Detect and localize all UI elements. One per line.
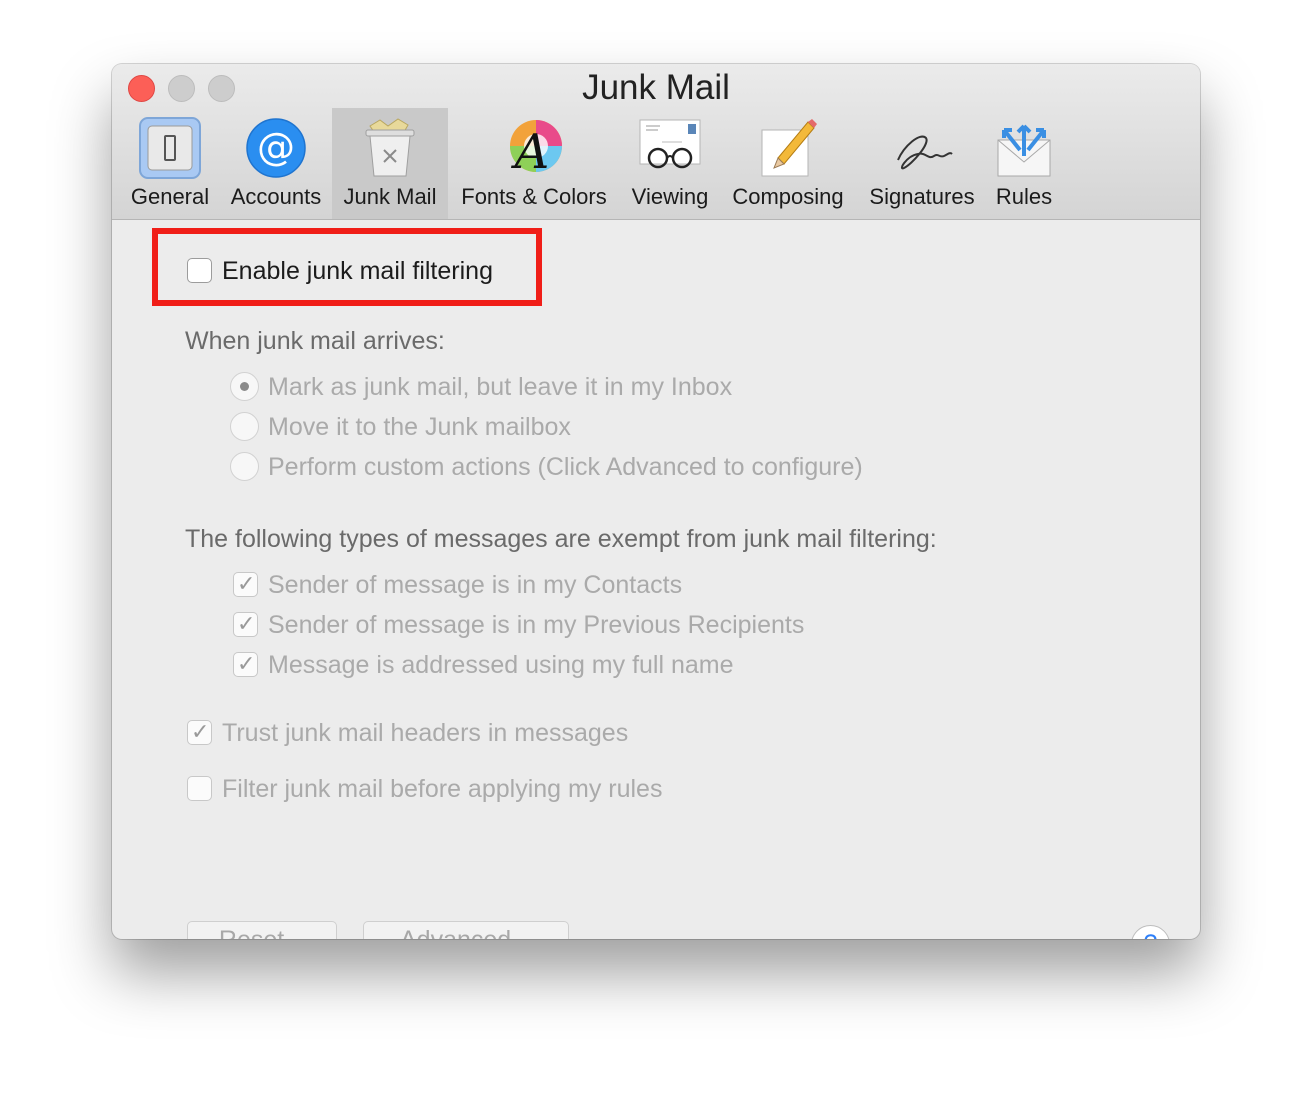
- pencil-paper-icon: [761, 119, 817, 177]
- tab-viewing[interactable]: Viewing: [622, 108, 718, 219]
- radio-label: Perform custom actions (Click Advanced t…: [268, 453, 863, 481]
- trust-headers-label: Trust junk mail headers in messages: [222, 719, 629, 747]
- envelope-arrows-icon: [997, 124, 1051, 177]
- exempt-label: Sender of message is in my Contacts: [268, 571, 683, 599]
- font-color-wheel-icon: A: [510, 120, 562, 180]
- tab-label: Accounts: [230, 184, 322, 209]
- filter-before-rules-checkbox[interactable]: [187, 776, 212, 801]
- svg-text:A: A: [511, 124, 550, 180]
- toolbar: Junk Mail General @ Accounts Junk Mail A…: [112, 64, 1200, 220]
- exempt-label: Message is addressed using my full name: [268, 651, 734, 679]
- tab-composing[interactable]: Composing: [724, 108, 852, 219]
- tab-signatures[interactable]: Signatures: [860, 108, 984, 219]
- exempt-full-name-checkbox[interactable]: ✓: [233, 651, 258, 677]
- preferences-window: Junk Mail General @ Accounts Junk Mail A…: [112, 64, 1200, 939]
- general-switch-icon: [139, 117, 201, 179]
- signature-icon: [897, 135, 953, 170]
- checkmark-icon: ✓: [237, 571, 256, 596]
- glasses-envelope-icon: [639, 119, 701, 169]
- tab-label: Signatures: [869, 184, 975, 209]
- tab-general[interactable]: General: [126, 108, 214, 219]
- reset-button[interactable]: Reset...: [187, 921, 337, 939]
- tab-label: Composing: [732, 184, 844, 209]
- advanced-button[interactable]: Advanced...: [363, 921, 569, 939]
- window-title: Junk Mail: [582, 68, 730, 107]
- radio-mark-as-junk[interactable]: [230, 372, 259, 401]
- enable-junk-filter-checkbox[interactable]: [187, 258, 212, 283]
- tab-label: Rules: [995, 184, 1053, 209]
- tab-fonts-colors[interactable]: A Fonts & Colors: [452, 108, 616, 219]
- tab-accounts[interactable]: @ Accounts: [222, 108, 330, 219]
- tab-label: Fonts & Colors: [461, 184, 607, 209]
- exempt-previous-recipients-checkbox[interactable]: ✓: [233, 611, 258, 637]
- svg-text:@: @: [257, 125, 295, 169]
- checkmark-icon: ✓: [237, 611, 256, 636]
- arrival-heading: When junk mail arrives:: [185, 327, 445, 355]
- tab-junk-mail[interactable]: Junk Mail: [332, 108, 448, 219]
- checkmark-icon: ✓: [191, 719, 210, 744]
- radio-custom-actions[interactable]: [230, 452, 259, 481]
- tab-label: Viewing: [631, 184, 709, 209]
- enable-junk-filter-label: Enable junk mail filtering: [222, 257, 493, 285]
- exempt-label: Sender of message is in my Previous Reci…: [268, 611, 805, 639]
- tab-label: General: [130, 184, 210, 209]
- exempt-contacts-checkbox[interactable]: ✓: [233, 571, 258, 597]
- help-button[interactable]: ?: [1131, 925, 1170, 939]
- filter-before-rules-label: Filter junk mail before applying my rule…: [222, 775, 663, 803]
- radio-dot: [240, 382, 249, 391]
- tab-rules[interactable]: Rules: [988, 108, 1060, 219]
- junk-mail-pane: Enable junk mail filtering When junk mai…: [112, 220, 1200, 939]
- checkmark-icon: ✓: [237, 651, 256, 676]
- radio-move-to-junk[interactable]: [230, 412, 259, 441]
- trash-can-icon: [365, 118, 415, 177]
- tab-label: Junk Mail: [343, 184, 437, 209]
- trust-headers-checkbox[interactable]: ✓: [187, 719, 212, 745]
- radio-label: Mark as junk mail, but leave it in my In…: [268, 373, 733, 401]
- at-sign-icon: @: [246, 118, 306, 178]
- radio-label: Move it to the Junk mailbox: [268, 413, 571, 441]
- exempt-heading: The following types of messages are exem…: [185, 525, 937, 553]
